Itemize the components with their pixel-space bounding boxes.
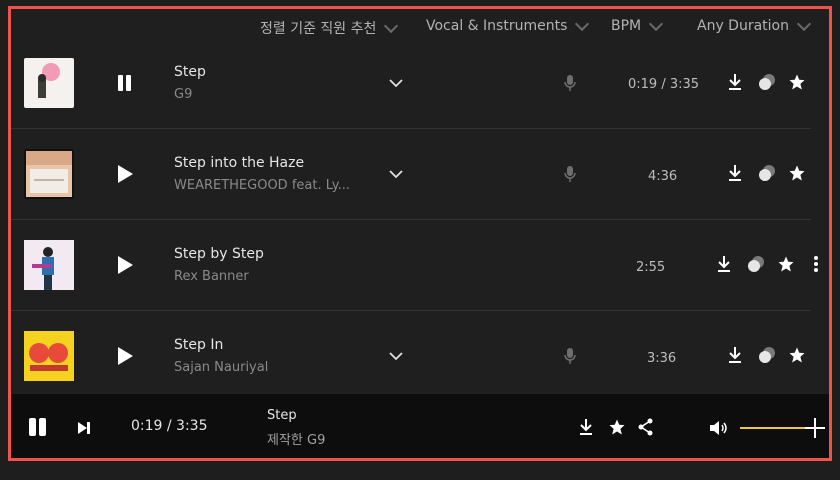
star-icon xyxy=(789,74,805,90)
similar-circles-icon xyxy=(748,256,764,272)
player-time: 0:19 / 3:35 xyxy=(131,418,208,434)
track-duration: 4:36 xyxy=(648,169,678,184)
track-title[interactable]: Step by Step xyxy=(174,246,264,262)
play-icon xyxy=(118,165,133,183)
duration-dropdown[interactable]: Any Duration xyxy=(697,16,812,34)
track-duration: 0:19 / 3:35 xyxy=(628,77,700,92)
similar-tracks-button[interactable] xyxy=(757,72,777,96)
chevron-down-icon xyxy=(796,16,812,32)
bpm-dropdown[interactable]: BPM xyxy=(611,16,664,34)
vocal-dropdown-label: Vocal & Instruments xyxy=(426,18,568,34)
track-duration: 2:55 xyxy=(636,260,666,275)
download-icon xyxy=(718,256,730,272)
similar-circles-icon xyxy=(759,347,775,363)
pause-button[interactable] xyxy=(114,72,136,94)
more-options-button[interactable] xyxy=(813,255,819,277)
chevron-down-icon xyxy=(575,16,590,32)
volume-handle[interactable] xyxy=(805,418,825,438)
track-artist[interactable]: Rex Banner xyxy=(174,269,249,284)
album-art-thumbnail[interactable] xyxy=(24,331,74,381)
expand-button[interactable] xyxy=(389,166,403,180)
pause-icon xyxy=(29,418,46,436)
vocal-mic-icon xyxy=(563,74,577,92)
browser-frame: 정렬 기준 직원 추천 Vocal & Instruments BPM Any … xyxy=(8,6,832,461)
track-title[interactable]: Step into the Haze xyxy=(174,155,304,171)
track-row[interactable]: Step G9 0:19 / 3:35 xyxy=(11,37,811,129)
play-icon xyxy=(118,347,133,365)
more-vertical-icon xyxy=(814,256,818,272)
vocal-mic-icon xyxy=(563,347,577,365)
volume-slider[interactable] xyxy=(740,418,825,438)
player-track-title[interactable]: Step xyxy=(267,408,297,423)
track-artist[interactable]: G9 xyxy=(174,87,192,102)
bottom-player: 0:19 / 3:35 Step 제작한 G9 xyxy=(11,394,829,458)
similar-tracks-button[interactable] xyxy=(757,345,777,369)
download-button[interactable] xyxy=(727,73,743,95)
similar-circles-icon xyxy=(759,165,775,181)
track-row[interactable]: Step In Sajan Nauriyal 3:36 xyxy=(11,310,811,401)
favorite-button[interactable] xyxy=(777,255,795,277)
download-icon xyxy=(729,74,741,90)
similar-circles-icon xyxy=(759,74,775,90)
download-button[interactable] xyxy=(716,255,732,277)
track-artist[interactable]: WEARETHEGOOD feat. Ly... xyxy=(174,178,350,193)
chevron-down-icon xyxy=(389,79,403,88)
sort-dropdown[interactable]: 정렬 기준 직원 추천 xyxy=(260,18,399,38)
player-download-button[interactable] xyxy=(578,418,594,440)
similar-tracks-button[interactable] xyxy=(746,254,766,278)
expand-button[interactable] xyxy=(389,348,403,362)
download-icon xyxy=(580,419,592,435)
player-favorite-button[interactable] xyxy=(608,418,626,440)
play-button[interactable] xyxy=(114,345,136,367)
favorite-button[interactable] xyxy=(788,164,806,186)
album-art-thumbnail[interactable] xyxy=(24,58,74,108)
pause-icon xyxy=(118,75,131,91)
track-artist[interactable]: Sajan Nauriyal xyxy=(174,360,268,375)
expand-button[interactable] xyxy=(389,75,403,89)
favorite-button[interactable] xyxy=(788,346,806,368)
share-icon xyxy=(638,418,653,436)
album-art-thumbnail[interactable] xyxy=(24,240,74,290)
chevron-down-icon xyxy=(389,170,403,179)
vocal-mic-icon xyxy=(563,165,577,183)
download-button[interactable] xyxy=(727,346,743,368)
star-icon xyxy=(609,419,625,435)
play-button[interactable] xyxy=(114,254,136,276)
play-button[interactable] xyxy=(114,163,136,185)
vocal-dropdown[interactable]: Vocal & Instruments xyxy=(426,16,590,34)
track-duration: 3:36 xyxy=(647,351,677,366)
chevron-down-icon xyxy=(389,352,403,361)
chevron-down-icon xyxy=(649,16,664,32)
player-share-button[interactable] xyxy=(638,418,654,440)
track-title[interactable]: Step In xyxy=(174,337,223,353)
player-track-artist[interactable]: 제작한 G9 xyxy=(267,429,325,448)
volume-icon xyxy=(710,421,727,435)
album-art-thumbnail[interactable] xyxy=(24,149,74,199)
star-icon xyxy=(789,347,805,363)
track-row[interactable]: Step into the Haze WEARETHEGOOD feat. Ly… xyxy=(11,128,811,220)
similar-tracks-button[interactable] xyxy=(757,163,777,187)
star-icon xyxy=(789,165,805,181)
download-button[interactable] xyxy=(727,164,743,186)
next-track-button[interactable] xyxy=(77,420,91,439)
volume-button[interactable] xyxy=(709,420,729,440)
bpm-dropdown-label: BPM xyxy=(611,18,642,34)
star-icon xyxy=(778,256,794,272)
player-pause-button[interactable] xyxy=(27,416,49,442)
chevron-down-icon xyxy=(384,18,399,34)
sort-dropdown-label: 정렬 기준 직원 추천 xyxy=(260,21,377,37)
duration-dropdown-label: Any Duration xyxy=(697,18,789,34)
download-icon xyxy=(729,347,741,363)
download-icon xyxy=(729,165,741,181)
favorite-button[interactable] xyxy=(788,73,806,95)
skip-next-icon xyxy=(78,422,90,434)
track-row[interactable]: Step by Step Rex Banner 2:55 xyxy=(11,219,818,311)
play-icon xyxy=(118,256,133,274)
track-title[interactable]: Step xyxy=(174,64,206,80)
